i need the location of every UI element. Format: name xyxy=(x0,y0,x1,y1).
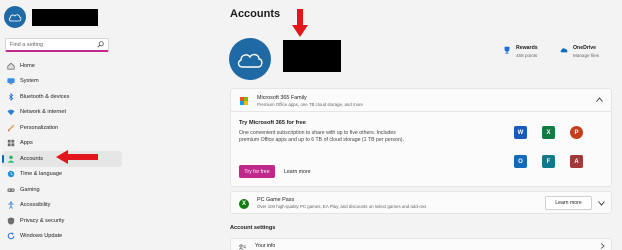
sidebar-item-label: Apps xyxy=(20,140,33,147)
gamepass-subtitle: Over 100 high-quality PC games, EA Play,… xyxy=(257,204,427,209)
sidebar-item-bluetooth[interactable]: Bluetooth & devices xyxy=(2,89,122,105)
sidebar-item-label: Gaming xyxy=(20,186,40,193)
powerpoint-icon: P xyxy=(570,126,583,139)
redacted-username xyxy=(32,8,98,26)
windows-update-icon xyxy=(7,232,15,240)
accounts-icon xyxy=(7,155,15,163)
cloud-icon xyxy=(237,53,263,68)
personalization-icon xyxy=(7,124,15,132)
learn-more-link[interactable]: Learn more xyxy=(284,169,311,175)
your-info-label: Your info xyxy=(255,243,276,249)
onedrive-icon xyxy=(560,48,568,53)
sidebar-item-system[interactable]: System xyxy=(2,74,122,90)
try-ms365-title: Try Microsoft 365 for free xyxy=(239,120,306,126)
chevron-up-icon[interactable] xyxy=(596,97,603,102)
your-info-row[interactable]: Your info xyxy=(230,238,612,250)
annotation-arrow-left xyxy=(56,150,98,164)
rewards-title: Rewards xyxy=(516,45,538,51)
word-icon: W xyxy=(514,126,527,139)
sidebar-item-privacy[interactable]: Privacy & security xyxy=(2,213,122,229)
sidebar-profile[interactable] xyxy=(4,6,98,28)
office-apps: W X P O F A xyxy=(514,126,588,178)
ms365-title: Microsoft 365 Family xyxy=(257,95,307,101)
sidebar-item-apps[interactable]: Apps xyxy=(2,136,122,152)
sidebar-item-label: Bluetooth & devices xyxy=(20,93,70,100)
sidebar: Find a setting Home System Bluetooth & d… xyxy=(0,0,122,250)
gamepass-title: PC Game Pass xyxy=(257,197,295,203)
sidebar-item-label: Time & language xyxy=(20,171,63,178)
ms365-subtitle: Premium Office apps, one TB cloud storag… xyxy=(257,102,363,107)
rewards-link[interactable]: Rewards 458 points xyxy=(503,45,538,58)
xbox-icon: X xyxy=(239,199,249,209)
page-title: Accounts xyxy=(230,8,281,20)
chevron-down-icon[interactable] xyxy=(598,201,605,206)
outlook-icon: O xyxy=(514,155,527,168)
onedrive-link[interactable]: OneDrive Manage files xyxy=(560,45,599,58)
onedrive-sub: Manage files xyxy=(573,53,600,58)
search-input[interactable]: Find a setting xyxy=(5,38,109,52)
trophy-icon xyxy=(504,46,510,54)
network-icon xyxy=(7,109,15,116)
time-language-icon xyxy=(7,171,15,178)
ms365-card-body: Try Microsoft 365 for free One convenien… xyxy=(230,112,612,187)
rewards-points: 458 points xyxy=(516,53,538,58)
search-icon xyxy=(97,41,104,48)
account-avatar[interactable] xyxy=(229,38,271,80)
sidebar-item-accessibility[interactable]: Accessibility xyxy=(2,198,122,214)
privacy-icon xyxy=(7,217,15,225)
sidebar-item-home[interactable]: Home xyxy=(2,58,122,74)
redacted-account-name xyxy=(283,40,341,72)
access-icon: A xyxy=(570,155,583,168)
gaming-icon xyxy=(7,188,15,192)
annotation-arrow-down xyxy=(292,9,308,37)
avatar xyxy=(4,6,26,28)
sidebar-item-network[interactable]: Network & internet xyxy=(2,105,122,121)
sidebar-item-gaming[interactable]: Gaming xyxy=(2,182,122,198)
sidebar-item-label: System xyxy=(20,78,39,85)
sidebar-item-label: Network & internet xyxy=(20,109,67,116)
family-safety-icon: F xyxy=(542,155,555,168)
sidebar-item-label: Accessibility xyxy=(20,202,51,209)
excel-icon: X xyxy=(542,126,555,139)
sidebar-item-label: Windows Update xyxy=(20,233,63,240)
accessibility-icon xyxy=(8,201,14,210)
apps-icon xyxy=(7,140,15,147)
cloud-icon xyxy=(8,14,22,22)
sidebar-item-label: Home xyxy=(20,62,35,69)
gamepass-card[interactable]: X PC Game Pass Over 100 high-quality PC … xyxy=(230,191,612,214)
sidebar-item-label: Personalization xyxy=(20,124,59,131)
onedrive-title: OneDrive xyxy=(573,45,597,51)
sidebar-item-label: Privacy & security xyxy=(20,217,65,224)
microsoft-logo-icon xyxy=(240,97,248,105)
person-card-icon xyxy=(239,244,246,250)
ms365-card-header[interactable]: Microsoft 365 Family Premium Office apps… xyxy=(230,88,612,112)
ms365-description: One convenient subscription to share wit… xyxy=(239,130,404,143)
gamepass-learn-more-button[interactable]: Learn more xyxy=(545,196,592,210)
sidebar-item-personalization[interactable]: Personalization xyxy=(2,120,122,136)
bluetooth-icon xyxy=(9,92,14,101)
account-settings-heading: Account settings xyxy=(230,225,276,231)
chevron-right-icon xyxy=(600,243,605,249)
try-for-free-button[interactable]: Try for free xyxy=(239,165,275,178)
sidebar-item-windows-update[interactable]: Windows Update xyxy=(2,229,122,245)
sidebar-item-label: Accounts xyxy=(20,155,44,162)
search-placeholder: Find a setting xyxy=(10,41,44,48)
system-icon xyxy=(7,78,15,85)
sidebar-item-time-language[interactable]: Time & language xyxy=(2,167,122,183)
home-icon xyxy=(7,62,15,70)
